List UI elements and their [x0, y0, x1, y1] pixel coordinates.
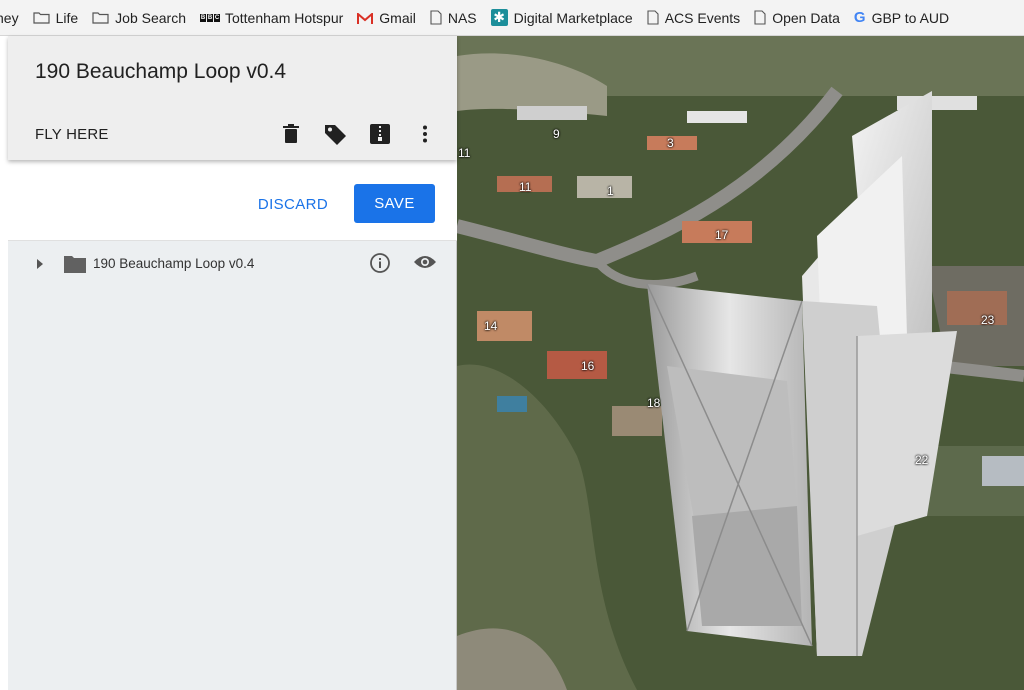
folder-icon: [63, 254, 87, 279]
house-number-label: 3: [667, 136, 674, 150]
house-number-label: 9: [553, 127, 560, 141]
expand-arrow-icon[interactable]: [35, 257, 45, 271]
folder-icon: [92, 11, 109, 24]
info-icon[interactable]: [369, 252, 391, 279]
marketplace-icon: ✱: [490, 9, 508, 26]
bbc-icon: BBC: [199, 13, 220, 22]
bookmark-label: Open Data: [772, 9, 840, 26]
house-number-label: 16: [581, 359, 595, 373]
save-button[interactable]: SAVE: [354, 184, 435, 223]
project-tree-item[interactable]: 190 Beauchamp Loop v0.4: [8, 248, 457, 280]
house-number-label: 22: [915, 453, 929, 467]
visibility-icon[interactable]: [413, 254, 437, 275]
bookmark-gbp-to-aud[interactable]: G GBP to AUD: [853, 0, 950, 35]
bookmark-job-search[interactable]: Job Search: [92, 0, 186, 35]
bookmark-acs-events[interactable]: ACS Events: [647, 0, 741, 35]
bookmark-label: Tottenham Hotspur: [224, 9, 344, 26]
house-number-label: 11: [519, 180, 532, 194]
trash-icon[interactable]: [277, 120, 305, 148]
house-number-label: 14: [484, 319, 498, 333]
bookmark-gmail[interactable]: Gmail: [357, 0, 416, 35]
bookmark-label: GBP to AUD: [871, 9, 950, 26]
bookmark-tottenham-hotspur[interactable]: BBC Tottenham Hotspur: [199, 0, 344, 35]
bookmark-ney[interactable]: ney: [0, 0, 19, 35]
house-number-label: 17: [715, 228, 729, 242]
more-vert-icon[interactable]: [411, 120, 439, 148]
bookmark-label: Job Search: [115, 9, 186, 26]
project-editor-panel: 190 Beauchamp Loop v0.4 FLY HERE DISCARD…: [8, 36, 457, 690]
bookmark-life[interactable]: Life: [32, 0, 79, 35]
bookmark-label: Life: [55, 9, 79, 26]
bookmark-label: Digital Marketplace: [513, 9, 633, 26]
bookmark-label: NAS: [447, 9, 477, 26]
bookmark-nas[interactable]: NAS: [430, 0, 477, 35]
bookmark-label: Gmail: [379, 9, 416, 26]
house-number-label: 23: [981, 313, 995, 327]
zip-file-icon[interactable]: [366, 120, 394, 148]
aerial-imagery: [457, 36, 1024, 690]
house-number-label: 11: [458, 146, 471, 160]
page-icon: [647, 10, 659, 25]
bookmark-label: ney: [0, 9, 19, 26]
map-3d-viewport[interactable]: 11 9 3 11 1 17 14 16 18 23 22: [457, 36, 1024, 690]
bookmarks-bar: ney Life Job Search BBC Tottenham Hotspu…: [0, 0, 1024, 36]
house-number-label: 1: [607, 184, 614, 198]
bookmark-label: ACS Events: [664, 9, 741, 26]
page-icon: [430, 10, 442, 25]
google-icon: G: [853, 9, 866, 26]
tag-icon[interactable]: [321, 120, 349, 148]
panel-header: 190 Beauchamp Loop v0.4 FLY HERE: [8, 36, 457, 160]
bookmark-open-data[interactable]: Open Data: [754, 0, 840, 35]
project-title: 190 Beauchamp Loop v0.4: [35, 60, 287, 83]
discard-button[interactable]: DISCARD: [252, 184, 334, 224]
bookmark-digital-marketplace[interactable]: ✱ Digital Marketplace: [490, 0, 633, 35]
page-icon: [754, 10, 766, 25]
tree-item-label: 190 Beauchamp Loop v0.4: [93, 256, 255, 271]
folder-icon: [32, 11, 50, 24]
house-number-label: 18: [647, 396, 661, 410]
gmail-icon: [357, 11, 374, 24]
fly-here-button[interactable]: FLY HERE: [35, 126, 109, 143]
